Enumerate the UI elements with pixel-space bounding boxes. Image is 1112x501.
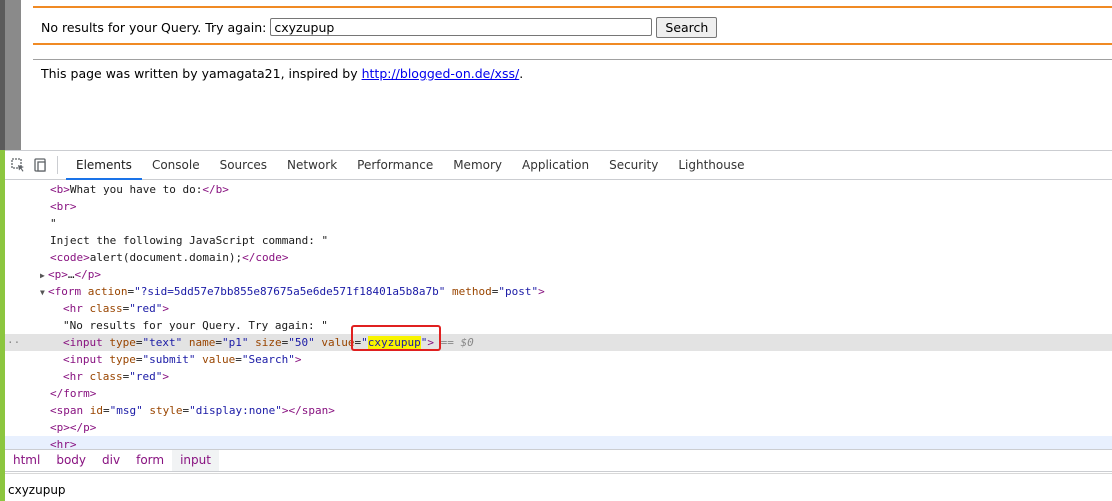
query-label: No results for your Query. Try again: [41, 19, 267, 35]
status-value: cxyzupup [8, 483, 66, 497]
dom-node-collapsed[interactable]: ▶ <p>…</p> [5, 266, 1112, 283]
tab-security[interactable]: Security [599, 151, 668, 179]
query-form: No results for your Query. Try again: Se… [41, 16, 718, 38]
dom-node-hover[interactable]: <hr> [5, 436, 1112, 449]
breadcrumb-form[interactable]: form [128, 450, 172, 471]
toolbar-separator [57, 156, 58, 174]
devtools-panel: Elements Console Sources Network Perform… [5, 150, 1112, 501]
dom-node[interactable]: <b>What you have to do:</b> [5, 181, 1112, 198]
dom-node[interactable]: <input type="submit" value="Search"> [5, 351, 1112, 368]
breadcrumb-div[interactable]: div [94, 450, 128, 471]
device-toolbar-icon[interactable] [29, 154, 51, 176]
credit-link[interactable]: http://blogged-on.de/xss/ [362, 66, 520, 81]
dom-text-node[interactable]: Inject the following JavaScript command:… [5, 232, 1112, 249]
tab-application[interactable]: Application [512, 151, 599, 179]
tab-console[interactable]: Console [142, 151, 210, 179]
annotation-highlight-box [351, 325, 441, 351]
dom-node[interactable]: <br> [5, 198, 1112, 215]
dom-node[interactable]: <span id="msg" style="display:none"></sp… [5, 402, 1112, 419]
collapse-arrow-icon[interactable]: ▼ [40, 284, 48, 301]
status-divider [5, 473, 1112, 474]
divider-top [33, 6, 1112, 8]
credit-suffix: . [519, 66, 524, 81]
breadcrumb-input[interactable]: input [172, 450, 219, 471]
dom-node-form[interactable]: ▼ <form action="?sid=5dd57e7bb855e87675a5… [5, 283, 1112, 300]
dom-node[interactable]: <hr class="red"> [5, 368, 1112, 385]
tab-sources[interactable]: Sources [210, 151, 277, 179]
more-icon: ·· [7, 336, 21, 349]
tab-memory[interactable]: Memory [443, 151, 512, 179]
dom-node[interactable]: <code>alert(document.domain);</code> [5, 249, 1112, 266]
dom-node[interactable]: <hr class="red"> [5, 300, 1112, 317]
tab-lighthouse[interactable]: Lighthouse [668, 151, 754, 179]
credit-text: This page was written by yamagata21, ins… [41, 66, 362, 81]
devtools-toolbar: Elements Console Sources Network Perform… [5, 150, 1112, 180]
breadcrumb-html[interactable]: html [5, 450, 48, 471]
dom-node-close[interactable]: </form> [5, 385, 1112, 402]
dom-tree: <b>What you have to do:</b> <br> " Injec… [5, 181, 1112, 449]
breadcrumb-body[interactable]: body [48, 450, 94, 471]
expand-arrow-icon[interactable]: ▶ [40, 267, 48, 284]
window-edge-shadow [5, 0, 21, 150]
tab-elements[interactable]: Elements [66, 151, 142, 180]
dom-text-node[interactable]: " [5, 215, 1112, 232]
page-viewport: No results for your Query. Try again: Se… [21, 0, 1112, 150]
search-button[interactable]: Search [656, 16, 718, 38]
query-input[interactable] [270, 18, 653, 36]
credit-line: This page was written by yamagata21, ins… [41, 66, 523, 81]
dom-node[interactable]: <p></p> [5, 419, 1112, 436]
divider-plain [33, 59, 1112, 60]
dom-node-selected[interactable]: ·· <input type="text" name="p1" size="50"… [5, 334, 1112, 351]
tab-network[interactable]: Network [277, 151, 347, 179]
dom-text-node[interactable]: "No results for your Query. Try again: " [5, 317, 1112, 334]
tab-performance[interactable]: Performance [347, 151, 443, 179]
inspect-element-icon[interactable] [7, 154, 29, 176]
divider-bottom [33, 43, 1112, 45]
selected-ref: == $0 [440, 336, 474, 349]
breadcrumb: html body div form input [5, 449, 1112, 472]
